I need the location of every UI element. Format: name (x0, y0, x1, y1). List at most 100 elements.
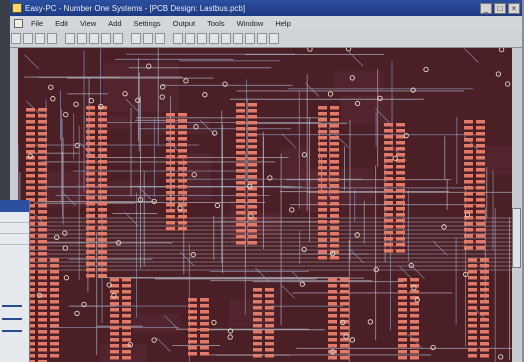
ic-pad (480, 258, 489, 262)
menu-window[interactable]: Window (231, 19, 270, 28)
text-button[interactable] (221, 33, 231, 44)
ic-pad (86, 118, 95, 122)
ic-pad (98, 190, 107, 194)
maximize-button[interactable]: □ (494, 2, 506, 14)
paste-button[interactable] (89, 33, 99, 44)
ic-pad (26, 174, 35, 178)
ic-pad (464, 234, 473, 238)
new-button[interactable] (11, 33, 21, 44)
redo-button[interactable] (113, 33, 123, 44)
ic-pad (480, 318, 489, 322)
grid-button[interactable] (245, 33, 255, 44)
ic-pad (38, 120, 47, 124)
ic-pad (480, 312, 489, 316)
title-bar[interactable]: Easy-PC - Number One Systems - [PCB Desi… (10, 0, 522, 16)
zoom-in-button[interactable] (131, 33, 141, 44)
ic-pad (248, 169, 257, 173)
ic-pad (318, 256, 327, 260)
ic-pad (396, 147, 405, 151)
ic-pad (86, 166, 95, 170)
ic-pad (236, 241, 245, 245)
ic-pad (464, 198, 473, 202)
ic-pad (122, 332, 131, 336)
ic-pad (384, 225, 393, 229)
ic-pad (476, 132, 485, 136)
background-window[interactable] (0, 200, 30, 362)
menu-output[interactable]: Output (167, 19, 202, 28)
ic-pad (26, 156, 35, 160)
ic-pad (330, 112, 339, 116)
ic-pad (86, 124, 95, 128)
ic-pad (166, 155, 175, 159)
ic-pad (468, 354, 477, 358)
ic-pad (236, 115, 245, 119)
undo-button[interactable] (101, 33, 111, 44)
via-button[interactable] (185, 33, 195, 44)
ic-pad (253, 300, 262, 304)
drc-button[interactable] (269, 33, 279, 44)
ic-pad (86, 262, 95, 266)
layers-button[interactable] (257, 33, 267, 44)
menu-add[interactable]: Add (102, 19, 127, 28)
pcb-track (26, 100, 41, 116)
ic-pad (480, 342, 489, 346)
menu-edit[interactable]: Edit (49, 19, 74, 28)
ic-pad (248, 139, 257, 143)
ic-pad (200, 328, 209, 332)
ic-pad (38, 306, 47, 310)
ic-pad (330, 106, 339, 110)
app-icon[interactable] (12, 3, 22, 13)
menu-help[interactable]: Help (269, 19, 296, 28)
ic-pad (38, 174, 47, 178)
arrow-indicator (2, 330, 22, 332)
open-button[interactable] (23, 33, 33, 44)
pcb-canvas[interactable] (18, 48, 512, 362)
board-shade (333, 70, 384, 91)
save-button[interactable] (35, 33, 45, 44)
ic-pad (178, 161, 187, 165)
ic-pad (328, 284, 337, 288)
route-button[interactable] (173, 33, 183, 44)
ic-pad (330, 124, 339, 128)
ic-pad (410, 326, 419, 330)
document-icon[interactable] (14, 18, 23, 28)
print-button[interactable] (47, 33, 57, 44)
menu-file[interactable]: File (25, 19, 49, 28)
ic-pad (248, 235, 257, 239)
cut-button[interactable] (65, 33, 75, 44)
ic-pad (330, 226, 339, 230)
ic-pad (166, 221, 175, 225)
via (214, 202, 221, 209)
minimize-button[interactable]: _ (480, 2, 492, 14)
zoom-fit-button[interactable] (155, 33, 165, 44)
copy-button[interactable] (77, 33, 87, 44)
menu-view[interactable]: View (74, 19, 102, 28)
ic-pad (410, 320, 419, 324)
ic-pad (236, 151, 245, 155)
ic-pad (38, 342, 47, 346)
ic-pad (396, 171, 405, 175)
pcb-track (432, 240, 448, 256)
ic-pad (110, 332, 119, 336)
menu-settings[interactable]: Settings (128, 19, 167, 28)
measure-button[interactable] (233, 33, 243, 44)
via (74, 310, 80, 317)
zoom-out-button[interactable] (143, 33, 153, 44)
ic-pad (38, 252, 47, 256)
close-button[interactable]: × (508, 2, 520, 14)
pcb-drawing[interactable] (18, 48, 512, 362)
menu-tools[interactable]: Tools (201, 19, 231, 28)
ic-pad (265, 300, 274, 304)
background-window-titlebar[interactable] (0, 200, 29, 212)
ic-pad (98, 220, 107, 224)
ic-pad (38, 126, 47, 130)
ic-pad (318, 160, 327, 164)
ic-pad (384, 201, 393, 205)
pad-button[interactable] (197, 33, 207, 44)
ic-pad (178, 227, 187, 231)
toolbar (10, 30, 522, 48)
ic-pad (480, 330, 489, 334)
ic-pad (468, 306, 477, 310)
track-button[interactable] (209, 33, 219, 44)
scrollbar-thumb[interactable] (512, 208, 521, 268)
